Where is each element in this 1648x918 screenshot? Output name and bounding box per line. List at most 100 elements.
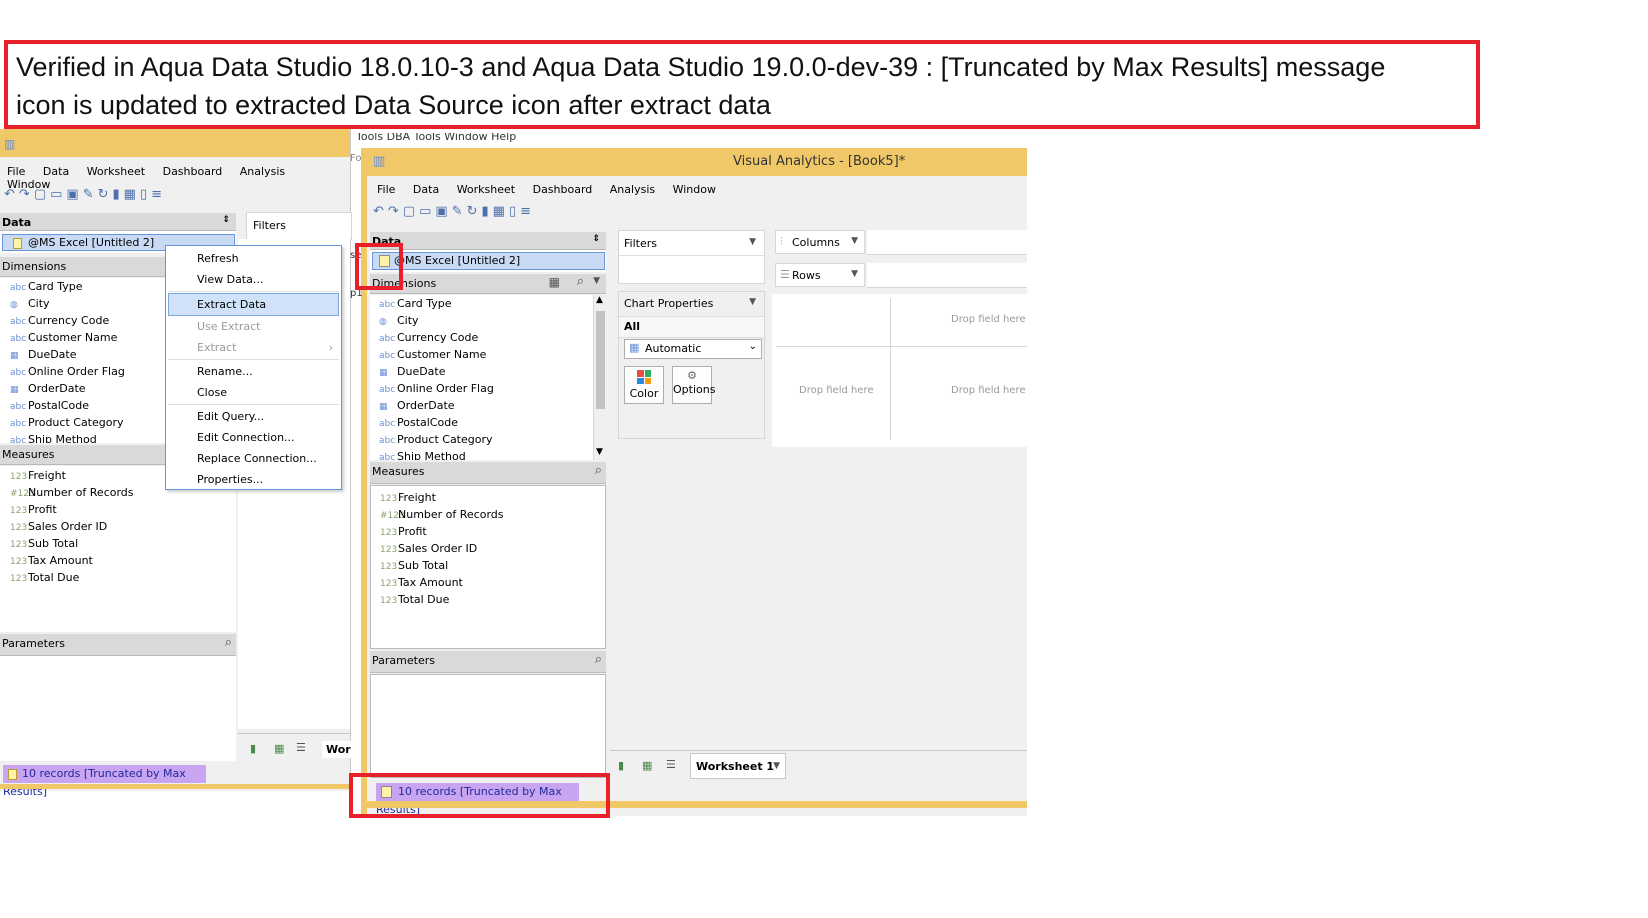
scroll-up-icon[interactable]: ▲: [596, 295, 603, 305]
tab-dropdown-icon[interactable]: ▼: [773, 761, 780, 771]
menu-item-edit-connection[interactable]: Edit Connection...: [166, 427, 341, 448]
menu-dashboard[interactable]: Dashboard: [533, 183, 593, 196]
bars-icon[interactable]: ▯: [140, 187, 151, 202]
new-worksheet-icon[interactable]: ▮: [618, 759, 624, 772]
mark-type-select[interactable]: ▦ Automatic ⌄: [624, 339, 762, 359]
menu-worksheet[interactable]: Worksheet: [457, 183, 515, 196]
measure-item[interactable]: 123Sales Order ID: [371, 540, 605, 557]
measure-item[interactable]: 123Tax Amount: [0, 552, 236, 569]
filters-dropdown-icon[interactable]: ▼: [749, 237, 756, 247]
menu-file[interactable]: File: [377, 183, 395, 196]
chart-icon[interactable]: ▮: [113, 187, 124, 202]
menu-window[interactable]: Window: [673, 183, 716, 196]
new-worksheet-icon[interactable]: ▮: [250, 742, 256, 755]
dimensions-scrollbar[interactable]: ▲ ▼: [593, 295, 607, 460]
measures-search-icon[interactable]: ⌕: [595, 463, 602, 478]
dimension-item[interactable]: ◍ City: [370, 312, 606, 329]
table-view-icon[interactable]: ▦: [549, 275, 560, 289]
open-icon[interactable]: ▭: [419, 204, 435, 219]
measure-item[interactable]: 123Total Due: [371, 591, 605, 608]
menu-item-view-data[interactable]: View Data...: [166, 269, 341, 290]
dimension-item[interactable]: abc Online Order Flag: [370, 380, 606, 397]
format-icon[interactable]: ✎: [452, 204, 467, 219]
measure-item[interactable]: 123Freight: [371, 489, 605, 506]
refresh-icon[interactable]: ↻: [467, 204, 482, 219]
columns-drop-area[interactable]: [867, 230, 1027, 255]
measure-item[interactable]: 123Total Due: [0, 569, 236, 586]
menu-item-close[interactable]: Close: [166, 382, 341, 403]
measure-item[interactable]: 123Profit: [371, 523, 605, 540]
measure-item[interactable]: 123Profit: [0, 501, 236, 518]
redo-icon[interactable]: ↷: [19, 187, 34, 202]
left-worksheet-tab[interactable]: Wor: [322, 741, 355, 758]
dimension-item[interactable]: abc Customer Name: [370, 346, 606, 363]
undo-icon[interactable]: ↶: [373, 204, 388, 219]
measure-item[interactable]: 123Sales Order ID: [0, 518, 236, 535]
parameters-search-icon[interactable]: ⌕: [595, 652, 602, 667]
open-icon[interactable]: ▭: [50, 187, 66, 202]
chart-canvas[interactable]: Drop field here Drop field here Drop fie…: [772, 294, 1027, 447]
chart-properties-dropdown-icon[interactable]: ▼: [749, 297, 756, 307]
undo-icon[interactable]: ↶: [4, 187, 19, 202]
dimension-item[interactable]: abc Card Type: [370, 295, 606, 312]
save-icon[interactable]: ▣: [435, 204, 451, 219]
dimension-item[interactable]: ▦ DueDate: [370, 363, 606, 380]
rows-dropdown-icon[interactable]: ▼: [851, 269, 858, 279]
measure-item[interactable]: 123Sub Total: [0, 535, 236, 552]
scroll-thumb[interactable]: [596, 311, 605, 409]
new-dashboard-icon[interactable]: ▦: [642, 759, 652, 772]
sort-icon[interactable]: ≡: [520, 204, 535, 219]
worksheet-tab[interactable]: Worksheet 1 ▼: [690, 753, 786, 779]
bars-icon[interactable]: ▯: [509, 204, 520, 219]
measure-item[interactable]: 123Tax Amount: [371, 574, 605, 591]
right-datasource-item[interactable]: @MS Excel [Untitled 2]: [372, 252, 605, 270]
refresh-icon[interactable]: ↻: [98, 187, 113, 202]
columns-shelf[interactable]: ⫶ Columns ▼: [775, 230, 865, 254]
dimensions-search-icon[interactable]: ⌕: [577, 274, 584, 289]
dimension-item[interactable]: ▦ OrderDate: [370, 397, 606, 414]
menu-item-replace-connection[interactable]: Replace Connection...: [166, 448, 341, 469]
menu-data[interactable]: Data: [413, 183, 439, 196]
measure-item[interactable]: 123Sub Total: [371, 557, 605, 574]
redo-icon[interactable]: ↷: [388, 204, 403, 219]
dimension-item[interactable]: abc Product Category: [370, 431, 606, 448]
new-dashboard-icon[interactable]: ▦: [274, 742, 284, 755]
options-button[interactable]: ⚙ Options: [672, 366, 715, 404]
menu-item-rename[interactable]: Rename...: [166, 361, 341, 382]
rows-shelf[interactable]: ☰ Rows ▼: [775, 263, 865, 287]
new-icon[interactable]: ▢: [34, 187, 50, 202]
sort-icon[interactable]: ≡: [151, 187, 166, 202]
menu-file[interactable]: File: [7, 165, 25, 178]
columns-dropdown-icon[interactable]: ▼: [851, 236, 858, 246]
menu-data[interactable]: Data: [43, 165, 69, 178]
rows-drop-area[interactable]: [867, 263, 1027, 288]
menu-dashboard[interactable]: Dashboard: [163, 165, 223, 178]
menu-item-edit-query[interactable]: Edit Query...: [166, 406, 341, 427]
scroll-down-icon[interactable]: ▼: [596, 447, 603, 457]
menu-item-use-extract[interactable]: Use Extract: [166, 316, 341, 337]
menu-item-properties[interactable]: Properties...: [166, 469, 341, 490]
menu-item-extract-data[interactable]: Extract Data: [168, 293, 339, 316]
sort-arrows-icon[interactable]: ⇕: [222, 215, 230, 225]
tab-list-icon[interactable]: ☰: [296, 741, 306, 754]
grid-icon[interactable]: ▦: [493, 204, 509, 219]
save-icon[interactable]: ▣: [66, 187, 82, 202]
dimension-item[interactable]: abc Currency Code: [370, 329, 606, 346]
menu-analysis[interactable]: Analysis: [240, 165, 285, 178]
grid-icon[interactable]: ▦: [124, 187, 140, 202]
dimension-item[interactable]: abc Ship Method: [370, 448, 606, 460]
tab-list-icon[interactable]: ☰: [666, 758, 676, 771]
menu-item-extract[interactable]: Extract ›: [166, 337, 341, 358]
dimensions-dropdown-icon[interactable]: ▼: [593, 276, 600, 286]
color-button[interactable]: Color: [624, 366, 664, 404]
menu-worksheet[interactable]: Worksheet: [87, 165, 145, 178]
sort-arrows-icon[interactable]: ⇕: [592, 234, 600, 244]
menu-item-refresh[interactable]: Refresh: [166, 248, 341, 269]
chart-icon[interactable]: ▮: [482, 204, 493, 219]
dimension-item[interactable]: abc PostalCode: [370, 414, 606, 431]
measure-item[interactable]: #123Number of Records: [371, 506, 605, 523]
new-icon[interactable]: ▢: [403, 204, 419, 219]
format-icon[interactable]: ✎: [83, 187, 98, 202]
parameters-search-icon[interactable]: ⌕: [225, 635, 232, 650]
all-marks-tab[interactable]: All: [619, 316, 764, 338]
